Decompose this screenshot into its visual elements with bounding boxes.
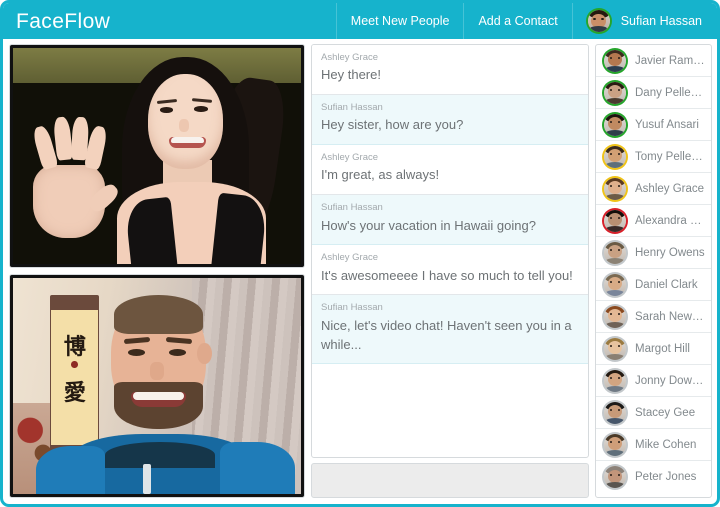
contact-status-ring xyxy=(602,271,628,298)
contact-list-item[interactable]: Daniel Clark xyxy=(596,269,711,301)
contact-status-ring xyxy=(602,431,628,458)
chat-column: Ashley Grace Hey there! Sufian Hassan Hey s… xyxy=(311,44,589,498)
contact-avatar xyxy=(604,337,626,360)
contact-name: Peter Jones xyxy=(635,471,697,483)
contact-name: Javier Ramirez xyxy=(635,54,705,67)
contact-avatar xyxy=(604,113,626,136)
chat-message-list[interactable]: Ashley Grace Hey there! Sufian Hassan Hey s… xyxy=(311,44,589,458)
contact-name: Margot Hill xyxy=(635,342,690,355)
chat-message-sender: Sufian Hassan xyxy=(321,102,383,114)
remote-video-tile[interactable]: Ashley Grace video stream xyxy=(9,44,305,268)
contact-avatar xyxy=(604,401,626,424)
contact-name: Henry Owens xyxy=(635,246,705,259)
chat-message-text: Hey sister, how are you? xyxy=(321,117,464,133)
contact-avatar xyxy=(604,433,626,456)
contact-status-ring xyxy=(602,207,628,234)
chat-message-text: Nice, let's video chat! Haven't seen you… xyxy=(321,317,572,352)
local-video-tile[interactable]: 博 愛 Sufian Hassan video stream xyxy=(9,274,305,498)
contact-status-ring xyxy=(602,367,628,394)
contact-status-ring xyxy=(602,239,628,266)
contact-avatar xyxy=(604,145,626,168)
contact-avatar xyxy=(604,209,626,232)
chat-message-sender: Sufian Hassan xyxy=(321,202,383,214)
chat-message-text: How's your vacation in Hawaii going? xyxy=(321,217,536,233)
contact-list-item[interactable]: Yusuf Ansari xyxy=(596,109,711,141)
contact-avatar xyxy=(604,273,626,296)
chat-message: Ashley Grace It's awesomeeee I have so mu… xyxy=(312,245,588,296)
contact-list-item[interactable]: Peter Jones xyxy=(596,461,711,493)
chat-message-text: I'm great, as always! xyxy=(321,167,440,183)
contact-list-item[interactable]: Mike Cohen xyxy=(596,429,711,461)
contact-list-item[interactable]: Alexandra Prato xyxy=(596,205,711,237)
contact-avatar xyxy=(604,81,626,104)
chat-message-text: Hey there! xyxy=(321,67,381,83)
app-header: FaceFlow Meet New People Add a Contact S… xyxy=(3,3,717,39)
contact-status-ring xyxy=(602,399,628,426)
contact-name: Stacey Gee xyxy=(635,406,696,419)
contact-list-item[interactable]: Sarah Newport xyxy=(596,301,711,333)
contact-list-item[interactable]: Dany Pelletier xyxy=(596,77,711,109)
contact-list-item[interactable]: Javier Ramirez xyxy=(596,45,711,77)
chat-message-text: It's awesomeeee I have so much to tell y… xyxy=(321,267,573,283)
contact-name: Dany Pelletier xyxy=(635,86,705,99)
chat-message: Ashley Grace I'm great, as always! xyxy=(312,145,588,196)
contact-list-item[interactable]: Margot Hill xyxy=(596,333,711,365)
contact-status-ring xyxy=(602,47,628,74)
contact-name: Jonny Dowling xyxy=(635,374,705,387)
current-user-avatar-ring xyxy=(585,8,612,34)
video-column: Ashley Grace video stream 博 愛 xyxy=(9,44,305,498)
contact-status-ring xyxy=(602,143,628,170)
contact-name: Sarah Newport xyxy=(635,310,705,323)
chat-message-input[interactable] xyxy=(311,463,589,498)
local-video-stream: 博 愛 xyxy=(13,278,301,494)
contact-avatar xyxy=(604,177,626,200)
contact-list-item[interactable]: Henry Owens xyxy=(596,237,711,269)
contact-list-item[interactable]: Jonny Dowling xyxy=(596,365,711,397)
contact-status-ring xyxy=(602,111,628,138)
nav-add-a-contact[interactable]: Add a Contact xyxy=(463,3,571,39)
nav-meet-new-people[interactable]: Meet New People xyxy=(335,3,464,39)
chat-message-sender: Ashley Grace xyxy=(321,252,379,264)
current-user-avatar xyxy=(587,10,610,32)
contact-status-ring xyxy=(602,335,628,362)
contact-name: Alexandra Prato xyxy=(635,214,705,227)
contact-status-ring xyxy=(602,175,628,202)
contact-name: Daniel Clark xyxy=(635,278,698,291)
contact-avatar xyxy=(604,241,626,264)
contact-list[interactable]: Javier Ramirez Dany Pelletier Yusuf Ansari… xyxy=(595,44,712,498)
chat-message: Sufian Hassan Nice, let's video chat! Hav… xyxy=(312,295,588,365)
current-user-name: Sufian Hassan xyxy=(620,14,702,28)
chat-message: Ashley Grace Hey there! xyxy=(312,45,588,96)
main-content: Ashley Grace video stream 博 愛 xyxy=(3,39,717,504)
contact-list-item[interactable]: Tomy Pelletier xyxy=(596,141,711,173)
contact-avatar xyxy=(604,305,626,328)
chat-message: Sufian Hassan Hey sister, how are you? xyxy=(312,95,588,146)
contact-name: Ashley Grace xyxy=(635,182,705,195)
current-user-menu[interactable]: Sufian Hassan xyxy=(571,3,717,39)
chat-message-sender: Sufian Hassan xyxy=(321,302,383,314)
remote-video-stream xyxy=(13,48,301,264)
contact-status-ring xyxy=(602,464,628,490)
chat-message-sender: Ashley Grace xyxy=(321,52,379,63)
contact-avatar xyxy=(604,369,626,392)
chat-message: Sufian Hassan How's your vacation in Hawa… xyxy=(312,195,588,246)
contact-name: Mike Cohen xyxy=(635,438,697,451)
app-logo[interactable]: FaceFlow xyxy=(3,3,336,39)
faceflow-app: FaceFlow Meet New People Add a Contact S… xyxy=(0,0,720,507)
contact-status-ring xyxy=(602,79,628,106)
contact-list-item[interactable]: Ashley Grace xyxy=(596,173,711,205)
contact-name: Tomy Pelletier xyxy=(635,150,705,163)
contact-list-item[interactable]: Stacey Gee xyxy=(596,397,711,429)
chat-message-sender: Ashley Grace xyxy=(321,152,379,164)
contact-avatar xyxy=(604,466,626,488)
contact-avatar xyxy=(604,49,626,72)
contact-name: Yusuf Ansari xyxy=(635,118,699,131)
contact-status-ring xyxy=(602,303,628,330)
